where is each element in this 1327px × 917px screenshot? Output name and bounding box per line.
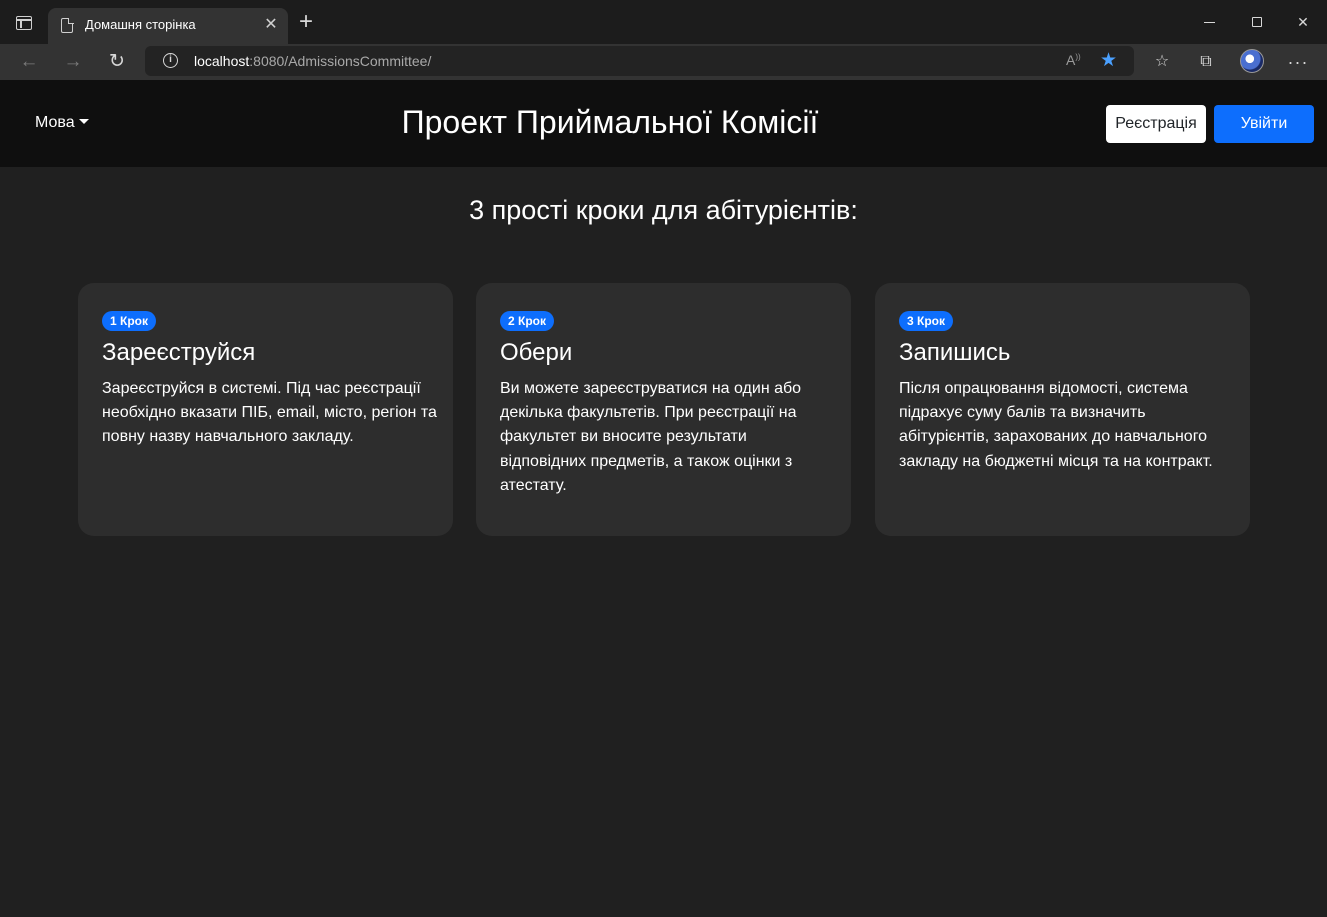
- login-button[interactable]: Увійти: [1214, 105, 1314, 143]
- step-card-1: 1 Крок Зареєструйся Зареєструйся в систе…: [78, 283, 453, 536]
- browser-tab-strip: Домашня сторінка ✕ + ✕: [0, 0, 1327, 44]
- star-icon[interactable]: ★: [1100, 49, 1117, 72]
- maximize-icon[interactable]: [1245, 10, 1269, 34]
- step-badge: 1 Крок: [102, 311, 156, 331]
- window-close-icon[interactable]: ✕: [1291, 10, 1315, 34]
- step-description: Після опрацювання відомості, система під…: [899, 380, 1213, 470]
- step-badge: 3 Крок: [899, 311, 953, 331]
- step-description: Зареєструйся в системі. Під час реєстрац…: [102, 380, 437, 446]
- step-title: Обери: [500, 339, 573, 366]
- minimize-icon[interactable]: [1198, 10, 1222, 34]
- step-card-2: 2 Крок Обери Ви можете зареєструватися н…: [476, 283, 851, 536]
- collections-icon[interactable]: ⧉: [1194, 50, 1218, 74]
- step-title: Зареєструйся: [102, 339, 256, 366]
- tab-title: Домашня сторінка: [85, 17, 196, 32]
- step-title: Запишись: [899, 339, 1011, 366]
- tab-actions-icon[interactable]: [16, 16, 32, 30]
- browser-tab[interactable]: Домашня сторінка ✕: [48, 8, 288, 44]
- register-button[interactable]: Реєстрація: [1106, 105, 1206, 143]
- favorites-icon[interactable]: ☆: [1150, 50, 1174, 74]
- step-badge: 2 Крок: [500, 311, 554, 331]
- step-description: Ви можете зареєструватися на один або де…: [500, 380, 802, 494]
- browser-toolbar: ← → ↻ i localhost:8080/AdmissionsCommitt…: [0, 44, 1327, 80]
- plus-icon[interactable]: +: [295, 10, 317, 34]
- read-aloud-icon[interactable]: A)): [1066, 52, 1081, 68]
- info-icon[interactable]: i: [163, 53, 178, 68]
- back-arrow-icon[interactable]: ←: [17, 50, 41, 74]
- reload-icon[interactable]: ↻: [105, 50, 129, 74]
- step-card-3: 3 Крок Запишись Після опрацювання відомо…: [875, 283, 1250, 536]
- url-host: localhost: [194, 53, 250, 69]
- avatar[interactable]: [1240, 49, 1264, 73]
- more-icon[interactable]: ···: [1286, 50, 1310, 74]
- page-heading: 3 прості кроки для абітурієнтів:: [469, 195, 858, 225]
- site-navbar: Мова Проект Приймальної Комісії Реєстрац…: [0, 80, 1327, 167]
- url-text[interactable]: localhost:8080/AdmissionsCommittee/: [194, 53, 431, 69]
- forward-arrow-icon[interactable]: →: [61, 50, 85, 74]
- site-title: Проект Приймальної Комісії: [401, 104, 819, 140]
- document-icon: [61, 17, 74, 33]
- close-icon[interactable]: ✕: [261, 15, 281, 35]
- url-path: :8080/AdmissionsCommittee/: [249, 53, 432, 69]
- address-bar[interactable]: i localhost:8080/AdmissionsCommittee/ A)…: [145, 46, 1134, 76]
